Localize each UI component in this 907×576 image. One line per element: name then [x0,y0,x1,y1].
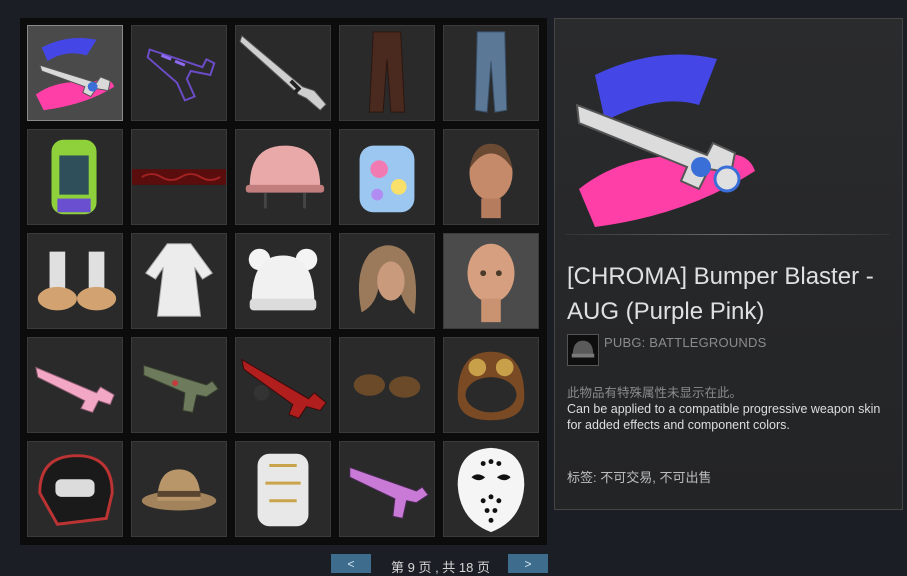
item-tags: 标签: 不可交易, 不可出售 [567,470,712,485]
inventory-item-jeans[interactable] [443,25,539,121]
motocross-helmet-icon [38,454,114,526]
white-bear-beanie-icon [248,248,318,311]
prev-page-button[interactable]: < [331,554,371,573]
wavy-blonde-hair-icon [358,245,417,315]
inventory-item-brown-pants[interactable] [339,25,435,121]
blue-jeans-icon [474,31,508,113]
pink-helmet-icon [245,145,325,209]
description-text: Can be applied to a compatible progressi… [567,402,881,432]
inventory-item-shotgun[interactable] [235,25,331,121]
pubg-helmet-icon[interactable] [567,334,599,366]
pink-aug-skin-icon [35,366,115,414]
next-page-button[interactable]: > [508,554,548,573]
detail-divider [565,234,890,235]
inventory-item-socks-clogs[interactable] [27,233,123,329]
white-socks-clogs-icon [37,251,117,311]
game-name: PUBG: BATTLEGROUNDS [604,335,767,350]
inventory-item-bucket-hat[interactable] [131,441,227,537]
inventory-item-green-smg[interactable] [131,337,227,433]
page-indicator: 第 9 页 , 共 18 页 [391,560,490,575]
inventory-item-green-backpack[interactable] [27,129,123,225]
inventory-item-pink-helmet[interactable] [235,129,331,225]
leather-goggle-helmet-icon [457,351,525,421]
inventory-item-pink-aug[interactable] [27,337,123,433]
white-gold-backpack-icon [257,453,309,527]
shotgun-skin-icon [239,34,327,111]
inventory-item-bear-beanie[interactable] [235,233,331,329]
inventory-item-pistol[interactable] [131,25,227,121]
pastel-backpack-icon [359,145,415,213]
inventory-item-paw-gloves[interactable] [339,337,435,433]
hidden-attributes-note: 此物品有特殊属性未显示在此。 [567,386,743,400]
inventory-grid [20,18,547,545]
purple-pistol-skin-icon [146,48,216,102]
green-patterned-backpack-icon [51,139,97,215]
inventory-item-blonde-hair[interactable] [339,233,435,329]
item-detail-panel: [CHROMA] Bumper Blaster - AUG (Purple Pi… [554,18,903,510]
inventory-item-purple-smg[interactable] [339,441,435,537]
inventory-item-aug-chroma[interactable] [27,25,123,121]
inventory-item-white-dress[interactable] [131,233,227,329]
item-name: [CHROMA] Bumper Blaster - AUG (Purple Pi… [567,263,874,325]
inventory-item-white-gold-backpack[interactable] [235,441,331,537]
bucket-hat-icon [141,469,217,511]
item-description: 此物品有特殊属性未显示在此。 Can be applied to a compa… [567,385,887,433]
white-dress-icon [144,243,214,317]
bald-female-head-icon [467,243,515,323]
chroma-aug-purple-pink-skin-icon [575,54,755,227]
inventory-item-pastel-backpack[interactable] [339,129,435,225]
pagination: < 第 9 页 , 共 18 页 > [331,554,548,575]
purple-smg-skin-icon [349,466,429,519]
inventory-item-goggle-helmet[interactable] [443,337,539,433]
inventory-item-bald-head[interactable] [443,233,539,329]
inventory-item-motocross-helmet[interactable] [27,441,123,537]
brown-pants-icon [368,31,406,113]
inventory-item-hockey-mask[interactable] [443,441,539,537]
inventory-item-female-face[interactable] [443,129,539,225]
red-rifle-skin-icon [241,358,327,419]
inventory-item-red-belt[interactable] [131,129,227,225]
hockey-mask-icon [457,447,525,533]
green-smg-skin-icon [143,364,219,413]
red-belt-icon [132,169,226,185]
animal-paw-gloves-icon [353,374,421,398]
female-face-icon [469,143,513,219]
chroma-aug-purple-pink-skin-icon [35,37,115,111]
inventory-item-red-rifle[interactable] [235,337,331,433]
